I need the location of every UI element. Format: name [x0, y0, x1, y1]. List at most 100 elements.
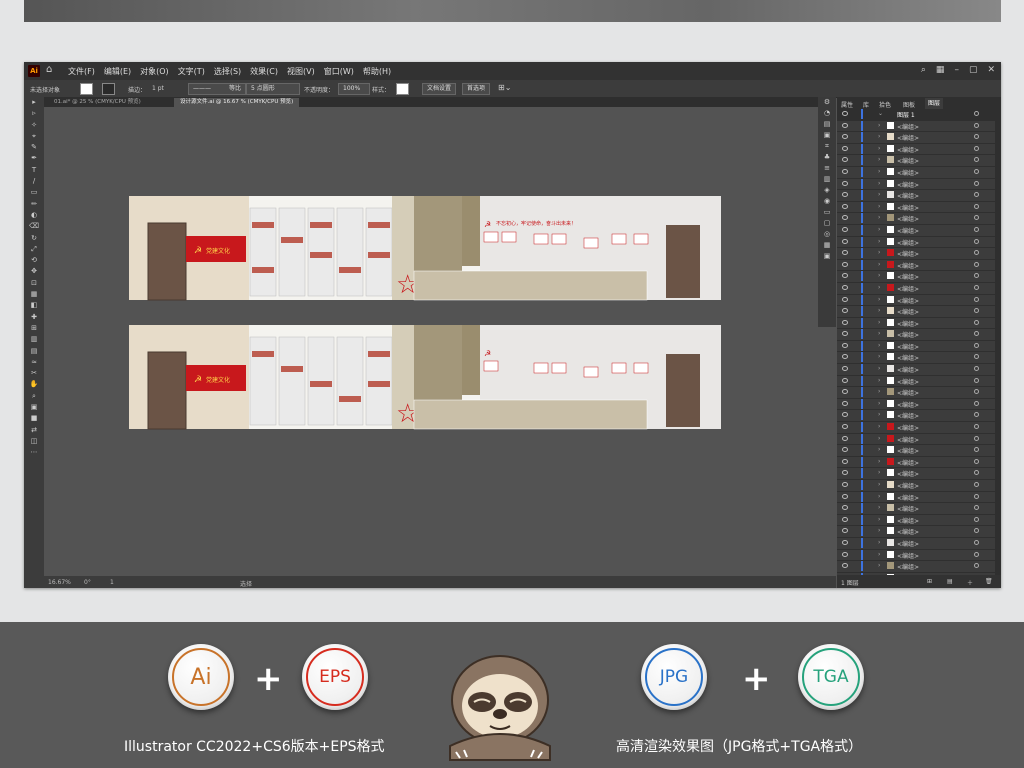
panel-shortcut-icon[interactable]: ▤ — [818, 119, 836, 130]
target-icon[interactable] — [974, 528, 979, 534]
tool-icon[interactable]: ▦ — [24, 289, 44, 300]
target-icon[interactable] — [974, 400, 979, 406]
expand-arrow-icon[interactable]: › — [878, 214, 880, 221]
visibility-eye-icon[interactable] — [842, 389, 848, 395]
tool-icon[interactable]: T — [24, 165, 44, 176]
expand-arrow-icon[interactable]: › — [878, 203, 880, 210]
expand-arrow-icon[interactable]: › — [878, 539, 880, 546]
visibility-eye-icon[interactable] — [842, 238, 848, 244]
layer-row[interactable]: › <编组> — [837, 445, 995, 457]
tool-icon[interactable]: ✋ — [24, 379, 44, 390]
visibility-eye-icon[interactable] — [842, 366, 848, 372]
rotation-angle[interactable]: 0° — [84, 579, 91, 586]
panel-shortcut-icon[interactable]: ▦ — [818, 240, 836, 251]
arrange-docs-icon[interactable]: ⊞⌄ — [498, 83, 511, 92]
layer-row[interactable]: › <编组> — [837, 190, 995, 202]
menu-item[interactable]: 选择(S) — [214, 66, 241, 77]
tool-icon[interactable]: / — [24, 176, 44, 187]
tool-icon[interactable]: ✏ — [24, 199, 44, 210]
panel-shortcut-icon[interactable]: ◉ — [818, 196, 836, 207]
visibility-eye-icon[interactable] — [842, 261, 848, 267]
target-icon[interactable] — [974, 261, 979, 267]
tool-icon[interactable]: ■ — [24, 413, 44, 424]
home-icon[interactable]: ⌂ — [46, 64, 52, 75]
expand-arrow-icon[interactable]: › — [878, 180, 880, 187]
target-icon[interactable] — [974, 505, 979, 511]
expand-arrow-icon[interactable]: › — [878, 423, 880, 430]
tool-icon[interactable]: ⊡ — [24, 278, 44, 289]
tool-icon[interactable]: ▥ — [24, 334, 44, 345]
expand-arrow-icon[interactable]: › — [878, 296, 880, 303]
visibility-eye-icon[interactable] — [842, 470, 848, 476]
panel-shortcut-icon[interactable]: ≡ — [818, 163, 836, 174]
menu-item[interactable]: 效果(C) — [250, 66, 278, 77]
maximize-icon[interactable]: ▢ — [969, 65, 978, 75]
panel-shortcut-icon[interactable]: ◎ — [818, 229, 836, 240]
target-icon[interactable] — [974, 539, 979, 545]
panel-scrollbar[interactable] — [995, 109, 1001, 575]
menu-item[interactable]: 视图(V) — [287, 66, 315, 77]
layer-row[interactable]: › <编组> — [837, 468, 995, 480]
layer-row[interactable]: › <编组> — [837, 491, 995, 504]
expand-arrow-icon[interactable]: › — [878, 342, 880, 349]
visibility-eye-icon[interactable] — [842, 516, 848, 522]
visibility-eye-icon[interactable] — [842, 134, 848, 140]
layer-row[interactable]: › <编组> — [837, 120, 995, 133]
tool-icon[interactable]: ⇄ — [24, 425, 44, 436]
artboard-bottom[interactable]: ☭ 党建文化 ☆ ☭ — [129, 325, 721, 430]
visibility-eye-icon[interactable] — [842, 215, 848, 221]
tool-icon[interactable]: ↻ — [24, 233, 44, 244]
panel-shortcut-icon[interactable]: ⚙ — [818, 97, 836, 108]
tool-icon[interactable]: ⌫ — [24, 221, 44, 232]
visibility-eye-icon[interactable] — [842, 226, 848, 232]
visibility-eye-icon[interactable] — [842, 145, 848, 151]
layer-row[interactable]: › <编组> — [837, 503, 995, 515]
artboard-page[interactable]: 1 — [110, 579, 114, 586]
target-icon[interactable] — [974, 354, 979, 360]
expand-arrow-icon[interactable]: › — [878, 145, 880, 152]
arrange-icon[interactable]: ▦ — [936, 65, 945, 75]
tool-icon[interactable]: ⌕ — [24, 391, 44, 402]
panel-shortcut-icon[interactable]: ▥ — [818, 174, 836, 185]
target-icon[interactable] — [974, 111, 979, 116]
visibility-eye-icon[interactable] — [842, 308, 848, 314]
opacity-input[interactable]: 100% — [338, 83, 370, 95]
expand-arrow-icon[interactable]: › — [878, 353, 880, 360]
layer-row[interactable]: › <编组> — [837, 480, 995, 492]
visibility-eye-icon[interactable] — [842, 424, 848, 430]
expand-arrow-icon[interactable]: › — [878, 307, 880, 314]
layer-row[interactable]: › <编组> — [837, 456, 995, 469]
target-icon[interactable] — [974, 342, 979, 348]
fill-swatch[interactable] — [80, 83, 93, 95]
tool-icon[interactable]: ✚ — [24, 312, 44, 323]
visibility-eye-icon[interactable] — [842, 192, 848, 198]
layer-row[interactable]: › <编组> — [837, 248, 995, 260]
target-icon[interactable] — [974, 122, 979, 128]
layer-row[interactable]: › <编组> — [837, 549, 995, 562]
target-icon[interactable] — [974, 250, 979, 256]
target-icon[interactable] — [974, 238, 979, 244]
tool-icon[interactable]: ◫ — [24, 436, 44, 447]
expand-arrow-icon[interactable]: › — [878, 238, 880, 245]
visibility-eye-icon[interactable] — [842, 250, 848, 256]
layer-row[interactable]: › <编组> — [837, 317, 995, 330]
canvas[interactable]: ☭ 党建文化 ☆ ☭ 不忘初心，牢记使命，奋斗出未来！ ☭ 党建文化 ☆ ☭ — [44, 107, 836, 576]
tool-icon[interactable]: ⤢ — [24, 244, 44, 255]
target-icon[interactable] — [974, 493, 979, 499]
target-icon[interactable] — [974, 168, 979, 174]
expand-arrow-icon[interactable]: › — [878, 516, 880, 523]
expand-arrow-icon[interactable]: › — [878, 319, 880, 326]
layer-row[interactable]: › <编组> — [837, 213, 995, 225]
tool-icon[interactable]: ▤ — [24, 346, 44, 357]
expand-arrow-icon[interactable]: › — [878, 551, 880, 558]
tool-icon[interactable]: ◧ — [24, 300, 44, 311]
panel-shortcut-icon[interactable]: ♣ — [818, 152, 836, 163]
expand-arrow-icon[interactable]: › — [878, 446, 880, 453]
target-icon[interactable] — [974, 273, 979, 279]
target-icon[interactable] — [974, 308, 979, 314]
visibility-eye-icon[interactable] — [842, 354, 848, 360]
layer-row[interactable]: › <编组> — [837, 143, 995, 156]
expand-arrow-icon[interactable]: › — [878, 435, 880, 442]
layer-row[interactable]: › <编组> — [837, 306, 995, 318]
menu-item[interactable]: 编辑(E) — [104, 66, 131, 77]
